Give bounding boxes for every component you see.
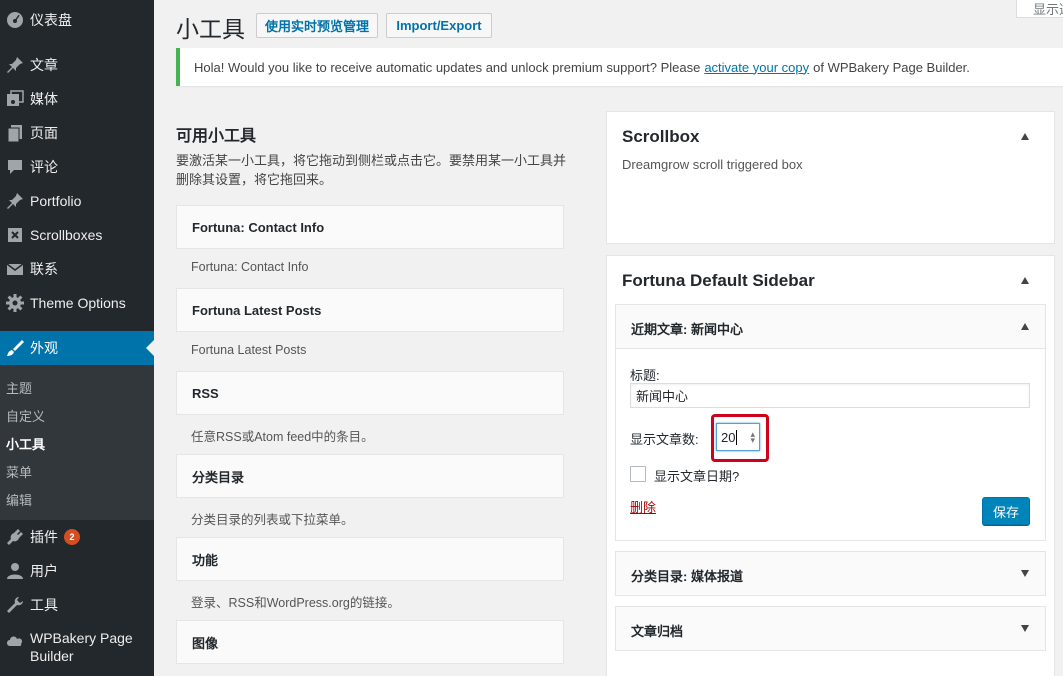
menu-label: 外观 xyxy=(30,340,58,356)
menu-item-pages[interactable]: 页面 xyxy=(0,116,154,150)
widget-meta[interactable]: 功能 xyxy=(176,537,564,581)
menu-item-comments[interactable]: 评论 xyxy=(0,150,154,184)
widget-description: 分类目录的列表或下拉菜单。 xyxy=(191,513,354,527)
widget-title: 近期文章: 新闻中心 xyxy=(631,322,743,337)
user-icon xyxy=(0,561,30,581)
spinner-icon[interactable]: ▴ ▾ xyxy=(750,430,755,445)
widget-description: Fortuna Latest Posts xyxy=(191,343,307,357)
menu-item-dashboard[interactable]: 仪表盘 xyxy=(0,3,154,37)
collapse-arrow-icon[interactable] xyxy=(1021,323,1029,330)
widget-rss[interactable]: RSS xyxy=(176,371,564,415)
sidebar-title[interactable]: Fortuna Default Sidebar xyxy=(622,271,815,291)
menu-label: 插件 xyxy=(30,529,58,545)
menu-label: 用户 xyxy=(30,563,58,579)
menu-label: WPBakery Page Builder xyxy=(30,630,133,664)
comment-icon xyxy=(0,157,30,177)
appearance-submenu: 主题 自定义 小工具 菜单 编辑 xyxy=(0,365,154,520)
menu-label: Portfolio xyxy=(30,193,82,209)
sidebar-title[interactable]: Scrollbox xyxy=(622,127,699,147)
menu-item-posts[interactable]: 文章 xyxy=(0,48,154,82)
menu-item-tools[interactable]: 工具 xyxy=(0,588,154,622)
menu-label: 页面 xyxy=(30,125,58,141)
submenu-themes[interactable]: 主题 xyxy=(6,378,32,397)
collapse-arrow-icon[interactable] xyxy=(1021,133,1029,140)
widget-image[interactable]: 图像 xyxy=(176,620,564,664)
menu-item-scrollboxes[interactable]: Scrollboxes xyxy=(0,218,154,252)
menu-item-appearance[interactable]: 外观 xyxy=(0,331,154,365)
admin-menu: 仪表盘 文章 媒体 页面 评论 Portfolio Scrollboxes 联系… xyxy=(0,0,154,676)
wrench-icon xyxy=(0,595,30,615)
dashboard-icon xyxy=(0,10,30,30)
brush-icon xyxy=(0,338,30,358)
widget-title: 文章归档 xyxy=(631,624,684,639)
menu-label: 联系 xyxy=(30,261,58,277)
menu-label: Theme Options xyxy=(30,295,126,311)
activate-link[interactable]: activate your copy xyxy=(704,60,809,75)
gear-icon xyxy=(0,293,30,313)
available-widgets-title: 可用小工具 xyxy=(176,128,257,145)
title-label: 标题: xyxy=(630,368,660,383)
live-preview-button[interactable]: 使用实时预览管理 xyxy=(256,13,378,38)
menu-label: 媒体 xyxy=(30,91,58,107)
widget-description: Fortuna: Contact Info xyxy=(191,260,309,274)
post-count-value: 20 xyxy=(721,429,736,445)
post-count-input[interactable]: 20 ▴ ▾ xyxy=(716,423,760,451)
sidebar-description: Dreamgrow scroll triggered box xyxy=(622,157,803,172)
show-date-label: 显示文章日期? xyxy=(654,469,740,484)
scrollbox-sidebar: Scrollbox Dreamgrow scroll triggered box xyxy=(606,111,1055,244)
menu-label: 仪表盘 xyxy=(30,12,72,28)
media-icon xyxy=(0,89,30,109)
notice-text: Hola! Would you like to receive automati… xyxy=(194,59,701,75)
menu-item-portfolio[interactable]: Portfolio xyxy=(0,184,154,218)
menu-item-plugins[interactable]: 插件 2 xyxy=(0,520,154,554)
expand-arrow-icon[interactable] xyxy=(1021,625,1029,632)
pin-icon xyxy=(0,55,30,75)
collapse-arrow-icon[interactable] xyxy=(1021,277,1029,284)
categories-widget[interactable]: 分类目录: 媒体报道 xyxy=(615,551,1046,596)
notice-text-end: of WPBakery Page Builder. xyxy=(813,59,970,75)
menu-item-wpbakery[interactable]: WPBakery Page Builder xyxy=(0,628,154,668)
import-export-button[interactable]: Import/Export xyxy=(386,13,492,38)
widget-categories[interactable]: 分类目录 xyxy=(176,454,564,498)
menu-label: 工具 xyxy=(30,597,58,613)
page-icon xyxy=(0,123,30,143)
update-count-badge: 2 xyxy=(64,529,80,545)
submenu-customize[interactable]: 自定义 xyxy=(6,406,45,425)
widget-description: 登录、RSS和WordPress.org的链接。 xyxy=(191,596,400,610)
pin-icon xyxy=(0,191,30,211)
widget-latest-posts[interactable]: Fortuna Latest Posts xyxy=(176,288,564,332)
update-notice: Hola! Would you like to receive automati… xyxy=(176,48,1063,86)
menu-item-users[interactable]: 用户 xyxy=(0,554,154,588)
show-date-checkbox[interactable] xyxy=(630,466,646,482)
submenu-menus[interactable]: 菜单 xyxy=(6,462,32,481)
delete-link[interactable]: 删除 xyxy=(630,497,656,516)
text-cursor xyxy=(736,429,738,445)
expand-arrow-icon[interactable] xyxy=(1021,570,1029,577)
menu-item-contact[interactable]: 联系 xyxy=(0,252,154,286)
menu-item-media[interactable]: 媒体 xyxy=(0,82,154,116)
menu-label: Scrollboxes xyxy=(30,227,103,243)
title-input[interactable]: 新闻中心 xyxy=(630,383,1030,408)
widget-description: 任意RSS或Atom feed中的条目。 xyxy=(191,430,374,444)
screen-options-button[interactable]: 显示选项 xyxy=(1016,0,1063,18)
plugin-icon xyxy=(0,527,30,547)
mail-icon xyxy=(0,259,30,279)
archives-widget[interactable]: 文章归档 xyxy=(615,606,1046,651)
menu-label: 评论 xyxy=(30,159,58,175)
menu-label: 文章 xyxy=(30,57,58,73)
cloud-icon xyxy=(0,628,30,651)
widget-title: 分类目录: 媒体报道 xyxy=(631,569,743,584)
widget-contact-info[interactable]: Fortuna: Contact Info xyxy=(176,205,564,249)
post-count-label: 显示文章数: xyxy=(630,432,699,447)
page-title: 小工具 xyxy=(176,16,245,42)
submenu-widgets[interactable]: 小工具 xyxy=(6,434,45,453)
available-widgets-description: 要激活某一小工具，将它拖动到侧栏或点击它。要禁用某一小工具并删除其设置，将它拖回… xyxy=(176,153,567,187)
submenu-editor[interactable]: 编辑 xyxy=(6,490,32,509)
scrollbox-icon xyxy=(0,225,30,245)
menu-item-theme-options[interactable]: Theme Options xyxy=(0,286,154,320)
save-button[interactable]: 保存 xyxy=(982,497,1030,525)
